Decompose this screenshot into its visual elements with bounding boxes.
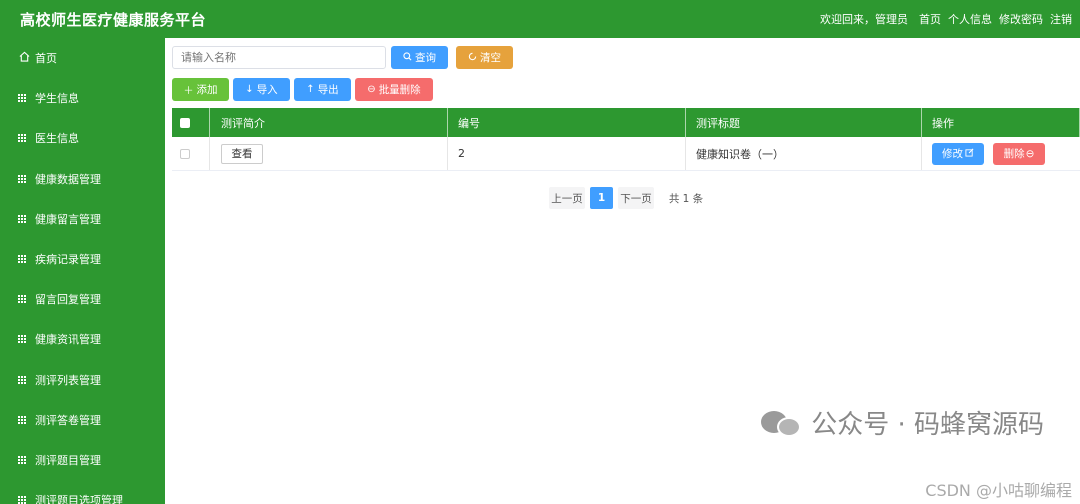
query-button[interactable]: 查询	[391, 46, 448, 69]
nav-link-profile[interactable]: 个人信息	[948, 11, 992, 27]
sidebar-item-label: 测评答卷管理	[35, 413, 101, 427]
table-row: 查看 2 健康知识卷（一） 修改 删除 ⊖	[172, 137, 1080, 171]
column-header-id: 编号	[448, 108, 686, 137]
home-icon	[18, 51, 30, 65]
export-button-label: 导出	[317, 84, 339, 96]
refresh-icon	[468, 52, 477, 64]
sidebar-item-question-options[interactable]: 测评题目选项管理	[0, 480, 165, 504]
sidebar-item-label: 测评题目管理	[35, 453, 101, 467]
sidebar-item-label: 测评题目选项管理	[35, 494, 123, 504]
title-cell: 健康知识卷（一）	[686, 137, 922, 170]
grid-icon	[18, 174, 28, 183]
watermark-text: 公众号 · 码蜂窝源码	[811, 410, 1044, 440]
delete-button-label: 删除	[1003, 148, 1025, 160]
search-bar: 查询 清空	[172, 46, 513, 69]
watermark: 公众号 · 码蜂窝源码	[761, 404, 1044, 441]
grid-icon	[18, 496, 28, 504]
row-checkbox-cell	[172, 137, 210, 170]
edit-icon	[965, 148, 974, 160]
intro-cell: 查看	[210, 137, 448, 170]
sidebar-item-home[interactable]: 首页	[0, 38, 165, 78]
clear-button[interactable]: 清空	[456, 46, 513, 69]
next-page-button[interactable]: 下一页	[618, 187, 654, 209]
nav-link-home[interactable]: 首页	[919, 11, 941, 27]
import-button-label: 导入	[256, 84, 278, 96]
edit-button[interactable]: 修改	[932, 142, 984, 165]
minus-circle-icon: ⊖	[367, 84, 376, 95]
sidebar-item-label: 健康留言管理	[35, 212, 101, 226]
sidebar-item-health-news[interactable]: 健康资讯管理	[0, 319, 165, 359]
view-button[interactable]: 查看	[221, 143, 263, 164]
row-checkbox[interactable]	[180, 148, 190, 159]
sidebar-item-message-replies[interactable]: 留言回复管理	[0, 279, 165, 319]
sidebar-item-label: 学生信息	[35, 92, 79, 106]
nav-link-logout[interactable]: 注销	[1050, 11, 1072, 27]
sidebar-item-label: 疾病记录管理	[35, 253, 101, 267]
sidebar-item-health-messages[interactable]: 健康留言管理	[0, 199, 165, 239]
sidebar-item-disease-records[interactable]: 疾病记录管理	[0, 239, 165, 279]
pagination: 上一页 1 下一页 共 1 条	[549, 187, 709, 209]
top-header: 高校师生医疗健康服务平台 欢迎回来，管理员 首页 个人信息 修改密码 注销	[0, 0, 1080, 38]
delete-button[interactable]: 删除 ⊖	[993, 142, 1045, 165]
export-button[interactable]: ↑ 导出	[294, 78, 351, 101]
column-header-intro: 测评简介	[210, 108, 448, 137]
grid-icon	[18, 375, 28, 384]
column-header-actions: 操作	[922, 108, 1080, 137]
watermark-credit: CSDN @小咕聊编程	[925, 481, 1072, 500]
sidebar-item-label: 首页	[35, 52, 57, 66]
sidebar-item-health-data[interactable]: 健康数据管理	[0, 159, 165, 199]
sidebar-item-assessment-answers[interactable]: 测评答卷管理	[0, 400, 165, 440]
plus-icon: ＋	[183, 86, 194, 97]
grid-icon	[18, 415, 28, 424]
welcome-text: 欢迎回来，管理员	[820, 13, 908, 26]
select-all-checkbox[interactable]	[180, 117, 190, 128]
sidebar-item-label: 留言回复管理	[35, 293, 101, 307]
batch-delete-button[interactable]: ⊖ 批量删除	[355, 78, 433, 101]
minus-circle-icon: ⊖	[1025, 147, 1035, 160]
sidebar-item-assessment-list[interactable]: 测评列表管理	[0, 360, 165, 400]
assessment-table: 测评简介 编号 测评标题 操作 查看 2 健康知识卷（一） 修改 删除 ⊖	[172, 108, 1080, 171]
actions-cell: 修改 删除 ⊖	[922, 137, 1080, 170]
add-button-label: 添加	[196, 84, 218, 96]
sidebar-item-doctors[interactable]: 医生信息	[0, 118, 165, 158]
prev-page-button[interactable]: 上一页	[549, 187, 585, 209]
add-button[interactable]: ＋ 添加	[172, 78, 229, 101]
grid-icon	[18, 335, 28, 344]
table-header: 测评简介 编号 测评标题 操作	[172, 108, 1080, 137]
batch-delete-button-label: 批量删除	[378, 84, 421, 96]
clear-button-label: 清空	[480, 52, 501, 64]
search-input[interactable]	[172, 46, 386, 69]
grid-icon	[18, 455, 28, 464]
grid-icon	[18, 134, 28, 143]
grid-icon	[18, 94, 28, 103]
sidebar-item-label: 医生信息	[35, 132, 79, 146]
edit-button-label: 修改	[942, 148, 963, 160]
total-count: 共 1 条	[668, 187, 704, 209]
toolbar: ＋ 添加 ↓ 导入 ↑ 导出 ⊖ 批量删除	[172, 78, 433, 101]
sidebar-item-label: 健康数据管理	[35, 172, 101, 186]
app-title: 高校师生医疗健康服务平台	[20, 10, 207, 29]
sidebar-item-label: 健康资讯管理	[35, 333, 101, 347]
wechat-icon	[761, 405, 803, 441]
page-1-button[interactable]: 1	[590, 187, 613, 209]
search-icon	[403, 51, 412, 64]
arrow-down-icon: ↓	[245, 84, 254, 95]
column-header-title: 测评标题	[686, 108, 922, 137]
query-button-label: 查询	[415, 52, 436, 64]
top-nav: 欢迎回来，管理员 首页 个人信息 修改密码 注销	[820, 11, 1072, 27]
grid-icon	[18, 255, 28, 264]
import-button[interactable]: ↓ 导入	[233, 78, 290, 101]
sidebar-item-assessment-questions[interactable]: 测评题目管理	[0, 440, 165, 480]
grid-icon	[18, 214, 28, 223]
arrow-up-icon: ↑	[306, 84, 315, 95]
sidebar-item-label: 测评列表管理	[35, 373, 101, 387]
sidebar-item-students[interactable]: 学生信息	[0, 78, 165, 118]
nav-link-change-password[interactable]: 修改密码	[999, 11, 1043, 27]
id-cell: 2	[448, 137, 686, 170]
grid-icon	[18, 295, 28, 304]
sidebar: 首页 学生信息 医生信息 健康数据管理 健康留言管理 疾病记录管理 留言回复管理…	[0, 38, 165, 504]
header-checkbox-cell	[172, 108, 210, 137]
